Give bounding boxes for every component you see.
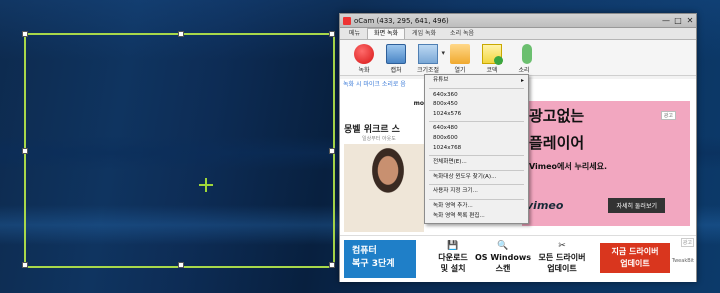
menu-item-640x480[interactable]: 640x480	[425, 124, 528, 134]
maximize-button[interactable]: □	[672, 15, 684, 27]
app-icon	[343, 16, 351, 25]
resize-handle[interactable]	[329, 148, 335, 154]
banner-title: 컴퓨터 복구 3단계	[344, 240, 416, 278]
menu-item-youtube[interactable]: 유튜브	[425, 76, 528, 86]
toolbar: 녹화 캡처 크기조절 열기 코덱 소리	[340, 40, 696, 76]
sound-button[interactable]: 소리	[508, 42, 540, 75]
ad-tag: 광고	[680, 238, 694, 247]
record-button[interactable]: 녹화	[348, 42, 380, 75]
ad-line-3: Vimeo에서 누리세요.	[529, 162, 608, 171]
close-button[interactable]: ✕	[684, 15, 696, 27]
record-icon	[354, 44, 374, 64]
open-button[interactable]: 열기	[444, 42, 476, 75]
menu-item-add-region[interactable]: 녹화 영역 추가...	[425, 202, 528, 212]
minimize-button[interactable]: —	[660, 15, 672, 27]
driver-banner-ad[interactable]: 컴퓨터 복구 3단계 💾 다운로드 및 설치 🔍 OS Windows 스캔 ✂…	[340, 235, 696, 281]
codec-icon	[482, 44, 503, 65]
recording-region[interactable]	[22, 31, 335, 268]
banner-brand: TweakBit	[671, 258, 694, 264]
ad-line-2: 플레이어	[529, 134, 585, 152]
resize-handle[interactable]	[178, 31, 184, 37]
codec-button[interactable]: 코덱	[476, 42, 508, 75]
window-title: oCam (433, 295, 641, 496)	[354, 16, 449, 25]
ad-more-button[interactable]: 자세히 둘러보기	[608, 198, 665, 213]
menu-item-1024x576[interactable]: 1024x576	[425, 110, 528, 120]
resize-handle[interactable]	[22, 262, 28, 268]
banner-step-scan: 🔍 OS Windows 스캔	[472, 241, 534, 274]
vimeo-ad[interactable]: 광고 광고없는 플레이어 Vimeo에서 누리세요. vimeo 자세히 둘러보…	[522, 101, 690, 226]
tab-game-record[interactable]: 게임 녹화	[405, 28, 443, 39]
ad-left[interactable]: mo 몽벨 위크르 스 일상부터 아웃도	[344, 92, 424, 232]
menu-item-800x600[interactable]: 800x600	[425, 134, 528, 144]
title-bar[interactable]: oCam (433, 295, 641, 496) — □ ✕	[340, 14, 696, 28]
menu-item-1024x768[interactable]: 1024x768	[425, 144, 528, 154]
menu-separator	[429, 198, 524, 200]
capture-button[interactable]: 캡처	[380, 42, 412, 75]
update-drivers-button[interactable]: 지금 드라이버 업데이트	[600, 243, 670, 273]
ad-photo	[344, 144, 424, 232]
search-icon: 🔍	[497, 241, 509, 251]
ad-headline: 몽벨 위크르 스	[344, 125, 400, 135]
vimeo-logo: vimeo	[526, 199, 564, 212]
menu-separator	[429, 121, 524, 123]
resize-handle[interactable]	[22, 148, 28, 154]
resize-button[interactable]: 크기조절	[412, 42, 445, 75]
menu-separator	[429, 155, 524, 157]
menu-separator	[429, 184, 524, 186]
resize-icon	[418, 44, 445, 64]
menu-item-edit-regions[interactable]: 녹화 영역 목록 편집...	[425, 212, 528, 222]
microphone-icon	[521, 44, 532, 64]
resize-handle[interactable]	[329, 262, 335, 268]
resize-handle[interactable]	[178, 262, 184, 268]
capture-icon	[386, 44, 406, 64]
ad-tag: 광고	[660, 111, 676, 120]
ad-line-1: 광고없는	[529, 107, 585, 125]
tab-bar: 메뉴 화면 녹화 게임 녹화 소리 녹음	[340, 28, 696, 40]
menu-item-640x360[interactable]: 640x360	[425, 91, 528, 101]
menu-separator	[429, 169, 524, 171]
resize-handle[interactable]	[329, 31, 335, 37]
tab-audio-record[interactable]: 소리 녹음	[443, 28, 481, 39]
menu-item-800x450[interactable]: 800x450	[425, 100, 528, 110]
menu-item-custom-size[interactable]: 사용자 지정 크기...	[425, 187, 528, 197]
tools-icon: ✂	[558, 241, 566, 251]
menu-item-find-window[interactable]: 녹화대상 윈도우 찾기(A)...	[425, 173, 528, 183]
notice-link[interactable]: 녹화 시 마이크 소리로 음	[343, 79, 406, 88]
resize-handle[interactable]	[22, 31, 28, 37]
move-crosshair-icon[interactable]	[199, 178, 213, 192]
tab-screen-record[interactable]: 화면 녹화	[367, 28, 406, 39]
menu-separator	[429, 87, 524, 89]
menu-item-fullscreen[interactable]: 전체화면(E)...	[425, 158, 528, 168]
tab-menu[interactable]: 메뉴	[342, 28, 367, 39]
resize-dropdown-menu: 유튜브 640x360 800x450 1024x576 640x480 800…	[424, 74, 529, 224]
ad-brand: mo	[413, 100, 424, 107]
ad-subtext: 일상부터 아웃도	[362, 136, 396, 142]
banner-step-update: ✂ 모든 드라이버 업데이트	[531, 241, 593, 274]
folder-icon	[450, 44, 470, 64]
